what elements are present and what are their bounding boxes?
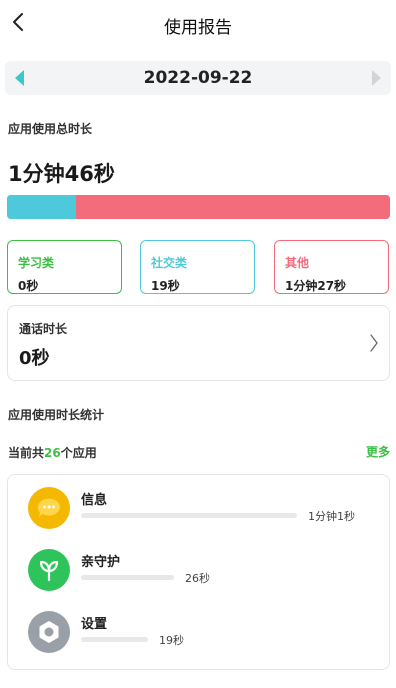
app-usage-time: 26秒	[185, 572, 210, 585]
chevron-right-icon	[370, 334, 378, 352]
app-usage-time: 1分钟1秒	[308, 510, 355, 523]
message-bubble-icon	[28, 487, 70, 529]
category-value: 19秒	[151, 279, 180, 293]
app-name: 信息	[81, 493, 108, 508]
app-usage-stats-label: 应用使用时长统计	[8, 408, 105, 422]
app-row-guardian[interactable]: 亲守护 26秒	[8, 541, 389, 601]
app-name: 亲守护	[81, 555, 121, 570]
app-count-number: 26	[44, 446, 61, 460]
sprout-icon	[28, 549, 70, 591]
app-count-suffix: 个应用	[60, 446, 97, 460]
usage-distribution-bar	[7, 195, 390, 219]
app-count-line: 当前共26个应用	[8, 444, 97, 461]
page-title: 使用报告	[164, 18, 232, 38]
more-link[interactable]: 更多	[366, 443, 390, 460]
usage-segment-social	[7, 195, 76, 219]
app-usage-time: 19秒	[159, 634, 184, 647]
usage-segment-other	[75, 195, 390, 219]
app-row-messages[interactable]: 信息 1分钟1秒	[8, 479, 389, 539]
total-usage-value: 1分钟46秒	[8, 162, 115, 186]
app-count-prefix: 当前共	[8, 446, 45, 460]
app-name: 设置	[81, 617, 108, 632]
app-usage-bar	[81, 637, 148, 642]
date-selector: 2022-09-22	[5, 61, 391, 95]
category-card-social[interactable]: 社交类 19秒	[140, 240, 255, 294]
app-usage-bar	[81, 575, 174, 580]
selected-date: 2022-09-22	[143, 68, 253, 88]
app-list: 信息 1分钟1秒 亲守护 26秒 设置 19秒	[7, 474, 390, 670]
call-duration-value: 0秒	[19, 348, 50, 369]
next-day-icon[interactable]	[372, 70, 381, 86]
category-name: 学习类	[18, 256, 55, 270]
category-card-study[interactable]: 学习类 0秒	[7, 240, 122, 294]
category-name: 其他	[285, 256, 310, 270]
app-usage-bar	[81, 513, 297, 518]
total-usage-label: 应用使用总时长	[8, 122, 93, 136]
app-row-settings[interactable]: 设置 19秒	[8, 603, 389, 663]
call-duration-label: 通话时长	[19, 322, 68, 336]
gear-icon	[28, 611, 70, 653]
call-duration-card[interactable]: 通话时长 0秒	[7, 305, 390, 381]
category-value: 1分钟27秒	[285, 279, 347, 293]
category-card-other[interactable]: 其他 1分钟27秒	[274, 240, 389, 294]
category-value: 0秒	[18, 279, 39, 293]
category-name: 社交类	[151, 256, 188, 270]
